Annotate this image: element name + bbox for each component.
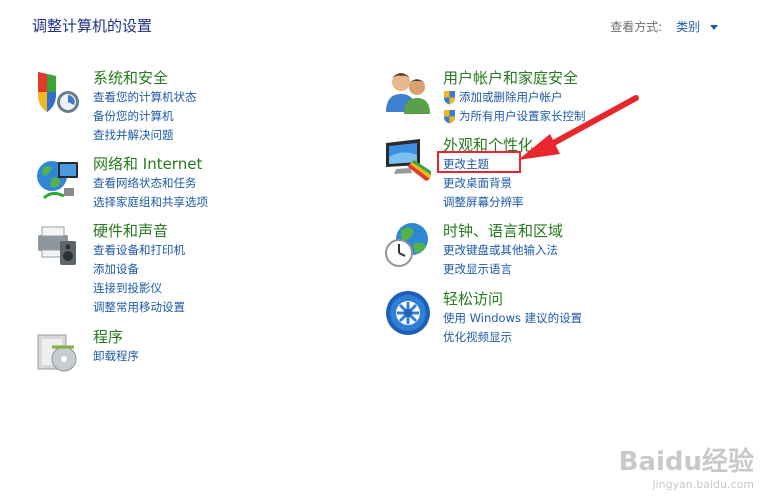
watermark-url: jingyan.baidu.com [652, 478, 754, 491]
watermark: Baidu经验 jingyan.baidu.com [619, 441, 754, 491]
annotation-arrow-icon [518, 95, 639, 160]
watermark-brand: Baidu经验 [618, 447, 754, 477]
